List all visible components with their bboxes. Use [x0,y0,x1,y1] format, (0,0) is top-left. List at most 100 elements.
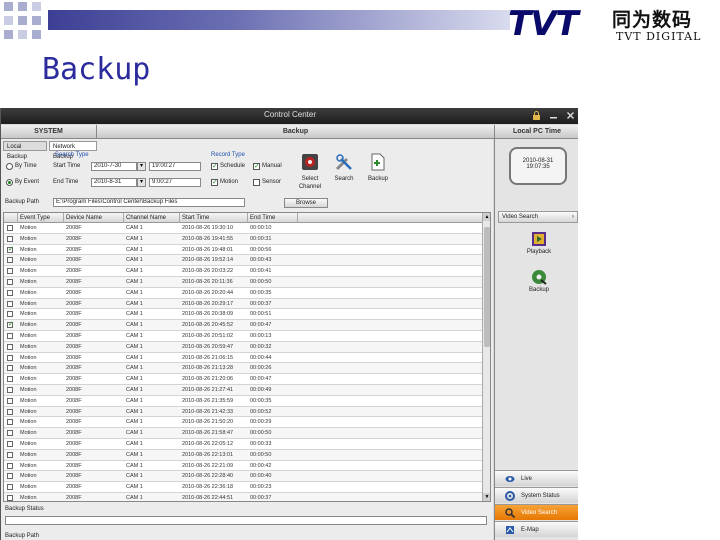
nav-live[interactable]: Live [495,470,578,486]
start-time-field[interactable]: 19:00:27 [149,162,201,171]
row-checkbox[interactable] [7,397,13,404]
scroll-up-icon[interactable]: ▲ [483,213,490,221]
cell-channel-name: CAM 1 [126,408,143,415]
row-checkbox[interactable] [7,343,13,350]
logo-brand: TVT [508,4,579,44]
end-time-field[interactable]: 9:00:27 [149,178,201,187]
table-row[interactable]: Motion 2008F CAM 1 2010-08-26 22:21:09 00:00… [4,461,484,472]
by-time-radio[interactable] [6,163,13,170]
end-date-field[interactable]: 2010-8-31 [91,178,137,187]
table-row[interactable]: Motion 2008F CAM 1 2010-08-26 19:41:55 00:00… [4,233,484,245]
row-checkbox[interactable] [7,473,13,480]
emap-icon [505,525,515,535]
table-row[interactable]: Motion 2008F CAM 1 2010-08-26 20:51:02 00:00… [4,331,484,342]
table-row[interactable]: Motion 2008F CAM 1 2010-08-26 22:44:51 00:00… [4,492,484,501]
cell-event-type: Motion [20,225,37,231]
row-checkbox[interactable] [7,376,13,383]
tab-system[interactable]: SYSTEM [1,125,96,139]
by-event-radio[interactable] [6,179,13,186]
table-row[interactable]: Motion 2008F CAM 1 2010-08-26 22:28:40 00:00… [4,471,484,483]
row-checkbox[interactable] [7,419,13,426]
row-checkbox[interactable] [7,268,13,275]
table-row[interactable]: Motion 2008F CAM 1 2010-08-26 21:42:33 00:00… [4,406,484,418]
search-button[interactable]: Search [327,153,361,193]
row-checkbox[interactable] [7,289,13,296]
table-row[interactable]: Motion 2008F CAM 1 2010-08-26 20:29:17 00:00… [4,298,484,310]
table-row[interactable]: Motion 2008F CAM 1 2010-08-26 21:20:06 00:00… [4,374,484,385]
close-icon[interactable] [565,110,576,121]
row-checkbox[interactable] [7,451,13,458]
table-row[interactable]: Motion 2008F CAM 1 2010-08-26 22:05:12 00:00… [4,439,484,450]
video-search-header[interactable]: Video Search › [498,211,578,223]
start-date-dropdown[interactable]: ▾ [137,162,146,171]
nav-emap[interactable]: E-Map [495,521,578,537]
table-row[interactable]: ✓ Motion 2008F CAM 1 2010-08-26 20:45:52 00:0… [4,320,484,331]
row-checkbox[interactable] [7,311,13,318]
scroll-down-icon[interactable]: ▼ [483,493,490,501]
schedule-checkbox[interactable]: ✓ [211,163,218,170]
row-checkbox[interactable]: ✓ [7,321,14,329]
table-row[interactable]: Motion 2008F CAM 1 2010-08-26 22:13:01 00:00… [4,449,484,461]
cell-event-type: Motion [20,386,37,393]
browse-button[interactable]: Browse [284,198,328,208]
table-row[interactable]: Motion 2008F CAM 1 2010-08-26 21:50:20 00:00… [4,417,484,429]
column-header-start-time[interactable]: Start Time [180,213,248,223]
row-checkbox[interactable] [7,430,13,437]
end-date-dropdown[interactable]: ▾ [137,178,146,187]
motion-checkbox[interactable]: ✓ [211,179,218,186]
column-header-end-time[interactable]: End Time [248,213,298,223]
table-row[interactable]: Motion 2008F CAM 1 2010-08-26 21:13:28 00:00… [4,363,484,375]
table-row[interactable]: ✓ Motion 2008F CAM 1 2010-08-26 19:48:01 00:0… [4,245,484,256]
row-checkbox[interactable] [7,494,13,501]
nav-system-status[interactable]: System Status [495,487,578,503]
row-checkbox[interactable] [7,386,13,393]
side-backup-button[interactable]: Backup [519,269,559,303]
row-checkbox[interactable] [7,300,13,307]
table-row[interactable]: Motion 2008F CAM 1 2010-08-26 20:38:09 00:00… [4,309,484,321]
row-checkbox[interactable] [7,484,13,491]
table-row[interactable]: Motion 2008F CAM 1 2010-08-26 21:27:41 00:00… [4,384,484,396]
table-row[interactable]: Motion 2008F CAM 1 2010-08-26 22:36:18 00:00… [4,482,484,493]
subtab-local-backup[interactable]: Local Backup [3,141,47,160]
row-checkbox[interactable] [7,440,13,447]
column-header-event-type[interactable]: Event Type [18,213,64,223]
row-checkbox[interactable] [7,235,13,242]
table-scrollbar[interactable]: ▲ ▼ [482,213,490,501]
cell-start-time: 2010-08-26 20:03:22 [182,268,234,275]
backup-button[interactable]: Backup [361,153,395,193]
tab-backup[interactable]: Backup [96,125,494,139]
cell-start-time: 2010-08-26 19:30:10 [182,225,234,231]
row-checkbox[interactable] [7,354,13,361]
row-checkbox[interactable] [7,332,13,339]
column-header-device-name[interactable]: Device Name [64,213,124,223]
scroll-thumb[interactable] [484,227,490,347]
lock-icon[interactable] [531,110,542,121]
start-date-field[interactable]: 2010-7-30 [91,162,137,171]
table-row[interactable]: Motion 2008F CAM 1 2010-08-26 19:52:14 00:00… [4,255,484,267]
row-checkbox[interactable] [7,408,13,415]
table-row[interactable]: Motion 2008F CAM 1 2010-08-26 20:11:36 00:00… [4,276,484,288]
backup-path-field[interactable]: E:\Program Files\Control Center\Backup F… [53,198,245,207]
cell-end-time: 00:00:47 [250,376,272,383]
table-row[interactable]: Motion 2008F CAM 1 2010-08-26 20:20:44 00:00… [4,288,484,299]
column-header-channel-name[interactable]: Channel Name [124,213,180,223]
table-row[interactable]: Motion 2008F CAM 1 2010-08-26 20:59:47 00:00… [4,341,484,353]
row-checkbox[interactable] [7,225,13,231]
nav-video-search[interactable]: Video Search [495,504,578,520]
row-checkbox[interactable] [7,278,13,285]
row-checkbox[interactable] [7,365,13,372]
manual-checkbox[interactable]: ✓ [253,163,260,170]
table-row[interactable]: Motion 2008F CAM 1 2010-08-26 21:06:15 00:00… [4,353,484,364]
table-row[interactable]: Motion 2008F CAM 1 2010-08-26 21:58:47 00:00… [4,428,484,439]
select-channel-button[interactable]: Select Channel [293,153,327,193]
row-checkbox[interactable]: ✓ [7,246,14,253]
sensor-checkbox[interactable] [253,179,260,186]
table-row[interactable]: Motion 2008F CAM 1 2010-08-26 21:35:59 00:00… [4,396,484,407]
playback-button[interactable]: Playback [519,231,559,265]
table-row[interactable]: Motion 2008F CAM 1 2010-08-26 20:03:22 00:00… [4,266,484,277]
minimize-icon[interactable] [548,110,559,121]
row-checkbox[interactable] [7,257,13,264]
table-row[interactable]: Motion 2008F CAM 1 2010-08-26 19:30:10 00:00… [4,223,484,234]
subtab-network-backup[interactable]: Network Backup [49,141,97,160]
row-checkbox[interactable] [7,462,13,469]
